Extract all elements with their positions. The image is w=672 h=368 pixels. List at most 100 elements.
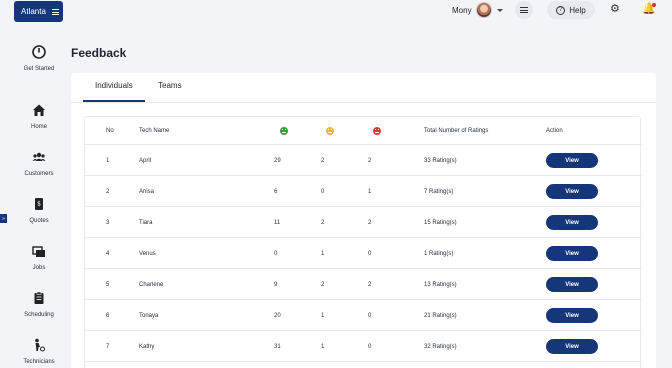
header-total-ratings: Total Number of Ratings <box>424 128 489 134</box>
cell-neutral-count: 1 <box>321 250 325 257</box>
cell-tech-name: Anisa <box>139 188 155 195</box>
location-label: Atlanta <box>21 7 46 16</box>
table-row: 7 Kathy 31 1 0 32 Rating(s) View <box>85 331 642 362</box>
view-button[interactable]: View <box>546 308 598 323</box>
cell-tech-name: Venus <box>139 250 156 257</box>
location-menu-button[interactable]: Atlanta <box>14 1 63 22</box>
cell-sad-count: 0 <box>368 343 372 350</box>
cell-neutral-count: 2 <box>321 219 325 226</box>
page-title: Feedback <box>71 46 127 60</box>
cell-neutral-count: 1 <box>321 312 325 319</box>
table-row: 2 Anisa 6 0 1 7 Rating(s) View <box>85 176 642 207</box>
cell-sad-count: 2 <box>368 281 372 288</box>
cell-no: 3 <box>106 219 110 226</box>
sidebar-item-label: Customers <box>24 171 54 177</box>
happy-face-icon <box>280 127 288 135</box>
header-neutral <box>326 117 334 145</box>
gear-icon[interactable]: ⚙ <box>610 2 620 15</box>
jobs-icon <box>32 246 45 257</box>
expand-sidebar-button[interactable]: » <box>0 214 7 223</box>
help-button[interactable]: ? Help <box>547 1 595 19</box>
list-icon <box>520 7 528 13</box>
table-row: 5 Charlene 9 2 2 13 Rating(s) View <box>85 269 642 300</box>
top-bar: Atlanta Mony ? Help ⚙ 🔔 <box>0 0 672 22</box>
header-no: No <box>106 128 114 134</box>
home-icon <box>33 104 45 116</box>
feedback-table: No Tech Name Total Number of Ratings Act… <box>84 116 642 368</box>
sidebar: Get Started Home Customers $ Quotes Jobs <box>0 22 56 368</box>
cell-action: View <box>546 238 598 269</box>
clipboard-icon <box>34 291 44 304</box>
cell-action: View <box>546 176 598 207</box>
user-menu[interactable]: Mony <box>452 2 503 18</box>
cell-no: 7 <box>106 343 110 350</box>
avatar <box>475 2 492 18</box>
tab-label: Individuals <box>95 81 133 90</box>
tab-divider <box>71 102 656 103</box>
power-icon <box>32 45 46 59</box>
menu-icon <box>51 8 59 15</box>
cell-total-ratings: 21 Rating(s) <box>424 312 457 319</box>
cell-total-ratings: 1 Rating(s) <box>424 250 454 257</box>
tab-individuals[interactable]: Individuals <box>83 81 145 102</box>
header-happy <box>280 117 288 145</box>
cell-neutral-count: 2 <box>321 281 325 288</box>
sidebar-item-scheduling[interactable]: Scheduling <box>0 291 78 318</box>
cell-total-ratings: 7 Rating(s) <box>424 188 454 195</box>
cell-action: View <box>546 269 598 300</box>
help-label: Help <box>569 5 586 15</box>
cell-sad-count: 0 <box>368 250 372 257</box>
sidebar-item-label: Jobs <box>32 265 46 271</box>
view-button[interactable]: View <box>546 246 598 261</box>
quote-icon: $ <box>35 198 43 210</box>
sidebar-item-technicians[interactable]: Technicians <box>0 338 78 365</box>
view-button[interactable]: View <box>546 153 598 168</box>
cell-neutral-count: 0 <box>321 188 325 195</box>
sidebar-item-quotes[interactable]: $ Quotes <box>0 197 78 224</box>
sidebar-item-home[interactable]: Home <box>0 103 78 130</box>
cell-action: View <box>546 331 598 362</box>
sidebar-item-label: Home <box>30 124 47 130</box>
cell-sad-count: 2 <box>368 157 372 164</box>
user-name: Mony <box>452 5 472 15</box>
cell-tech-name: Tonaya <box>139 312 159 319</box>
table-row: 3 Tiara 11 2 2 15 Rating(s) View <box>85 207 642 238</box>
neutral-face-icon <box>326 127 334 135</box>
sidebar-item-label: Quotes <box>29 218 49 224</box>
sidebar-item-customers[interactable]: Customers <box>0 150 78 177</box>
chevron-down-icon <box>496 8 503 12</box>
users-icon <box>32 152 46 161</box>
view-button[interactable]: View <box>546 184 598 199</box>
cell-total-ratings: 32 Rating(s) <box>424 343 457 350</box>
cell-neutral-count: 2 <box>321 157 325 164</box>
sidebar-item-jobs[interactable]: Jobs <box>0 244 78 271</box>
sidebar-item-get-started[interactable]: Get Started <box>0 45 78 72</box>
cell-no: 6 <box>106 312 110 319</box>
list-view-button[interactable] <box>515 1 533 19</box>
tab-teams[interactable]: Teams <box>158 81 182 90</box>
cell-action: View <box>546 300 598 331</box>
notification-badge <box>652 3 656 7</box>
cell-sad-count: 0 <box>368 312 372 319</box>
cell-sad-count: 1 <box>368 188 372 195</box>
view-button[interactable]: View <box>546 277 598 292</box>
cell-happy-count: 31 <box>274 343 281 350</box>
sidebar-item-label: Technicians <box>23 359 55 365</box>
svg-text:$: $ <box>37 201 41 208</box>
cell-no: 2 <box>106 188 110 195</box>
cell-total-ratings: 33 Rating(s) <box>424 157 457 164</box>
header-sad <box>373 117 381 145</box>
cell-happy-count: 29 <box>274 157 281 164</box>
feedback-card: Individuals Teams No Tech Name Total Num… <box>71 73 656 368</box>
cell-happy-count: 0 <box>274 250 278 257</box>
question-icon: ? <box>556 5 566 15</box>
sidebar-item-label: Scheduling <box>24 312 54 318</box>
cell-tech-name: Kathy <box>139 343 155 350</box>
view-button[interactable]: View <box>546 339 598 354</box>
cell-no: 1 <box>106 157 110 164</box>
table-row: 4 Venus 0 1 0 1 Rating(s) View <box>85 238 642 269</box>
cell-total-ratings: 15 Rating(s) <box>424 219 457 226</box>
view-button[interactable]: View <box>546 215 598 230</box>
cell-happy-count: 9 <box>274 281 278 288</box>
cell-neutral-count: 1 <box>321 343 325 350</box>
